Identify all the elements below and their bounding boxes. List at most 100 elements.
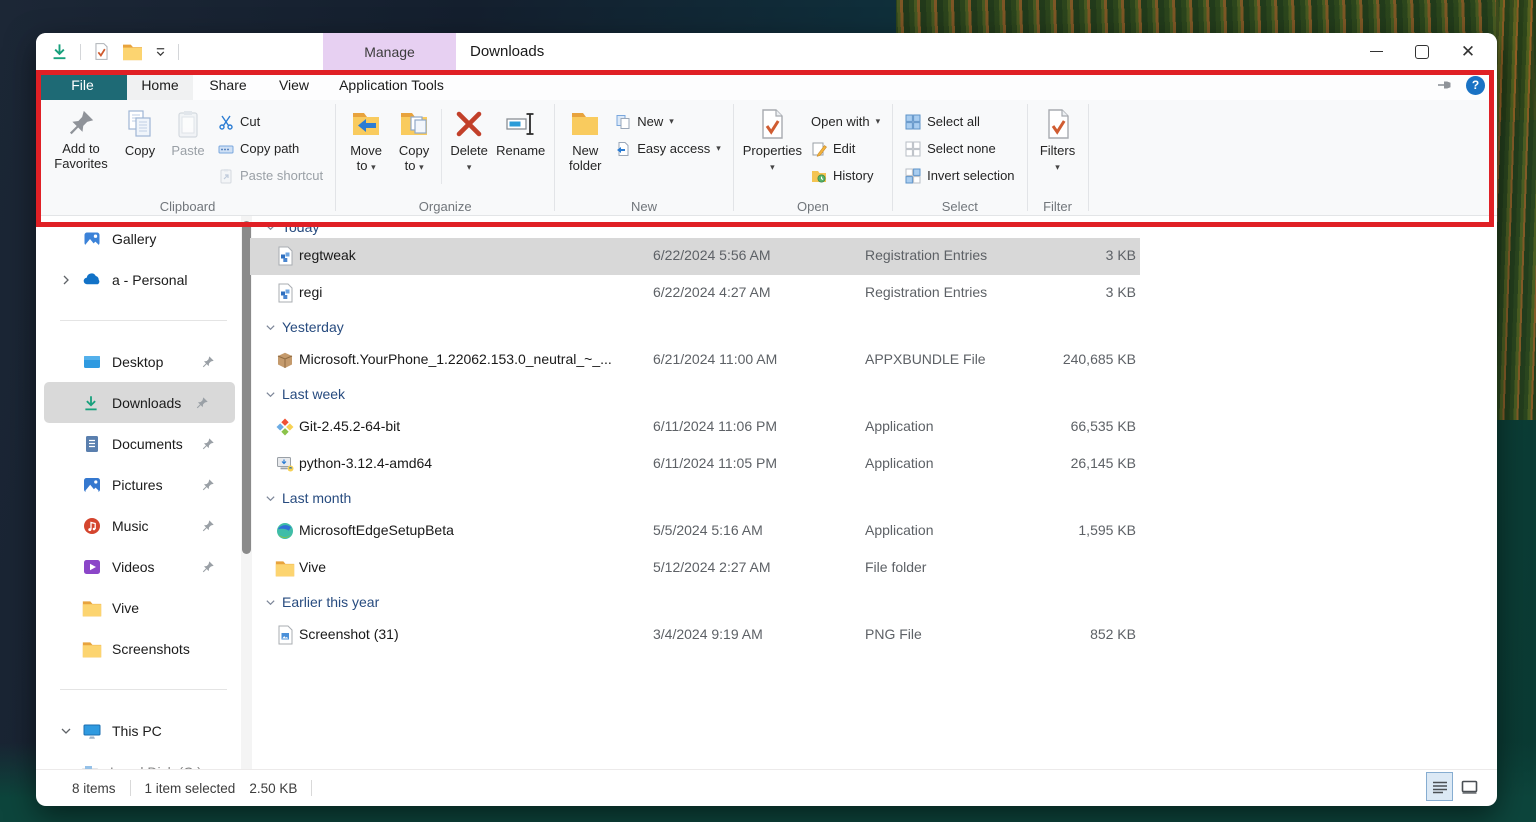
copy-button[interactable]: Copy bbox=[116, 107, 164, 159]
delete-button[interactable]: Delete ▾ bbox=[445, 107, 493, 174]
view-toggle-buttons bbox=[1426, 772, 1483, 801]
folder-icon bbox=[82, 598, 102, 618]
file-row-edge-setup[interactable]: MicrosoftEdgeSetupBeta 5/5/2024 5:16 AM … bbox=[250, 513, 1140, 550]
easy-access-icon bbox=[615, 141, 631, 157]
divider bbox=[441, 109, 443, 184]
history-button[interactable]: History bbox=[805, 162, 886, 189]
chevron-down-icon bbox=[265, 389, 276, 400]
divider bbox=[80, 43, 81, 60]
group-header-last-month[interactable]: Last month bbox=[253, 483, 1497, 513]
select-all-button[interactable]: Select all bbox=[899, 108, 1020, 135]
ribbon: Add to Favorites Copy Paste Cut Copy pat… bbox=[36, 100, 1497, 216]
divider bbox=[178, 43, 179, 60]
file-row-screenshot[interactable]: Screenshot (31) 3/4/2024 9:19 AM PNG Fil… bbox=[250, 617, 1140, 654]
group-header-yesterday[interactable]: Yesterday bbox=[253, 312, 1497, 342]
downloads-icon bbox=[82, 394, 102, 412]
open-with-button[interactable]: Open with ▾ bbox=[805, 108, 886, 135]
minimize-button[interactable] bbox=[1353, 33, 1399, 70]
qat-customize-chevron-icon[interactable] bbox=[154, 45, 167, 58]
chevron-down-icon[interactable] bbox=[60, 725, 82, 737]
filters-button[interactable]: Filters ▾ bbox=[1034, 107, 1082, 174]
invert-selection-icon bbox=[905, 168, 921, 184]
sidebar-item-onedrive-personal[interactable]: a - Personal bbox=[36, 259, 241, 300]
invert-selection-button[interactable]: Invert selection bbox=[899, 162, 1020, 189]
properties-button[interactable]: Properties ▾ bbox=[740, 107, 805, 174]
rename-button[interactable]: Rename bbox=[493, 107, 548, 159]
sidebar-item-this-pc[interactable]: This PC bbox=[36, 710, 241, 751]
edit-button[interactable]: Edit bbox=[805, 135, 886, 162]
file-row-python[interactable]: python-3.12.4-amd64 6/11/2024 11:05 PM A… bbox=[250, 446, 1140, 483]
png-file-icon bbox=[275, 625, 295, 645]
dropdown-arrow-icon: ▾ bbox=[669, 116, 674, 126]
rename-icon bbox=[505, 108, 537, 140]
group-header-today[interactable]: Today bbox=[253, 216, 1497, 238]
sidebar-divider bbox=[36, 669, 241, 710]
tab-share[interactable]: Share bbox=[193, 70, 263, 100]
folder-icon bbox=[82, 639, 102, 659]
easy-access-button[interactable]: Easy access ▾ bbox=[609, 135, 727, 162]
sidebar-item-desktop[interactable]: Desktop bbox=[36, 341, 241, 382]
sidebar-item-local-disk[interactable]: Local Disk (C:) bbox=[36, 751, 241, 769]
ribbon-group-clipboard: Add to Favorites Copy Paste Cut Copy pat… bbox=[40, 100, 335, 216]
file-row-regi[interactable]: regi 6/22/2024 4:27 AM Registration Entr… bbox=[250, 275, 1140, 312]
download-icon bbox=[50, 42, 69, 61]
pin-icon bbox=[201, 560, 215, 574]
filters-icon bbox=[1042, 108, 1074, 140]
new-folder-button[interactable]: New folder bbox=[561, 107, 609, 174]
pin-icon bbox=[201, 519, 215, 533]
quick-access-toolbar bbox=[50, 33, 179, 70]
ribbon-tabs: File Home Share View Application Tools ? bbox=[36, 70, 1497, 100]
dropdown-arrow-icon: ▾ bbox=[419, 162, 424, 172]
tab-application-tools[interactable]: Application Tools bbox=[325, 70, 458, 100]
group-label: Clipboard bbox=[159, 199, 216, 214]
sidebar-item-videos[interactable]: Videos bbox=[36, 546, 241, 587]
paste-button[interactable]: Paste bbox=[164, 107, 212, 159]
group-label: Organize bbox=[418, 199, 472, 214]
add-to-favorites-button[interactable]: Add to Favorites bbox=[46, 107, 116, 172]
new-item-button[interactable]: New ▾ bbox=[609, 108, 727, 135]
music-icon bbox=[82, 516, 102, 536]
details-view-button[interactable] bbox=[1426, 772, 1453, 801]
sidebar-item-documents[interactable]: Documents bbox=[36, 423, 241, 464]
file-row-regtweak[interactable]: regtweak 6/22/2024 5:56 AM Registration … bbox=[250, 238, 1140, 275]
maximize-button[interactable] bbox=[1399, 33, 1445, 70]
contextual-tab-manage[interactable]: Manage bbox=[323, 33, 456, 70]
pin-ribbon-icon[interactable] bbox=[1437, 77, 1453, 93]
paste-shortcut-button[interactable]: Paste shortcut bbox=[212, 162, 329, 189]
group-header-last-week[interactable]: Last week bbox=[253, 379, 1497, 409]
chevron-down-icon bbox=[265, 222, 276, 233]
cut-button[interactable]: Cut bbox=[212, 108, 329, 135]
selection-size: 2.50 KB bbox=[249, 780, 298, 796]
sidebar-item-music[interactable]: Music bbox=[36, 505, 241, 546]
copy-to-button[interactable]: Copy to ▾ bbox=[390, 107, 438, 176]
sidebar-item-gallery[interactable]: Gallery bbox=[36, 218, 241, 259]
file-row-git[interactable]: Git-2.45.2-64-bit 6/11/2024 11:06 PM App… bbox=[250, 409, 1140, 446]
tab-view[interactable]: View bbox=[263, 70, 325, 100]
chevron-right-icon[interactable] bbox=[60, 274, 82, 286]
properties-check-icon[interactable] bbox=[92, 42, 111, 61]
tab-file[interactable]: File bbox=[38, 70, 127, 100]
title-bar: Manage Downloads ✕ bbox=[36, 33, 1497, 70]
sidebar-item-vive[interactable]: Vive bbox=[36, 587, 241, 628]
dropdown-arrow-icon: ▾ bbox=[371, 162, 376, 172]
sidebar-item-downloads[interactable]: Downloads bbox=[44, 382, 235, 423]
icons-view-button[interactable] bbox=[1456, 772, 1483, 801]
pictures-icon bbox=[82, 475, 102, 495]
sidebar-item-screenshots[interactable]: Screenshots bbox=[36, 628, 241, 669]
group-header-earlier-this-year[interactable]: Earlier this year bbox=[253, 587, 1497, 617]
group-label: Open bbox=[797, 199, 829, 214]
help-icon[interactable]: ? bbox=[1466, 75, 1485, 95]
close-button[interactable]: ✕ bbox=[1445, 33, 1491, 70]
copy-to-icon bbox=[398, 108, 430, 140]
file-row-vive-folder[interactable]: Vive 5/12/2024 2:27 AM File folder bbox=[250, 550, 1140, 587]
content-area: Gallery a - Personal Desktop Downloads D… bbox=[36, 216, 1497, 769]
folder-icon[interactable] bbox=[122, 42, 143, 61]
copy-path-button[interactable]: Copy path bbox=[212, 135, 329, 162]
copy-path-icon bbox=[218, 141, 234, 157]
move-to-button[interactable]: Move to ▾ bbox=[342, 107, 390, 176]
pin-icon bbox=[201, 478, 215, 492]
tab-home[interactable]: Home bbox=[127, 70, 193, 100]
file-row-yourphone[interactable]: Microsoft.YourPhone_1.22062.153.0_neutra… bbox=[250, 342, 1140, 379]
sidebar-item-pictures[interactable]: Pictures bbox=[36, 464, 241, 505]
select-none-button[interactable]: Select none bbox=[899, 135, 1020, 162]
